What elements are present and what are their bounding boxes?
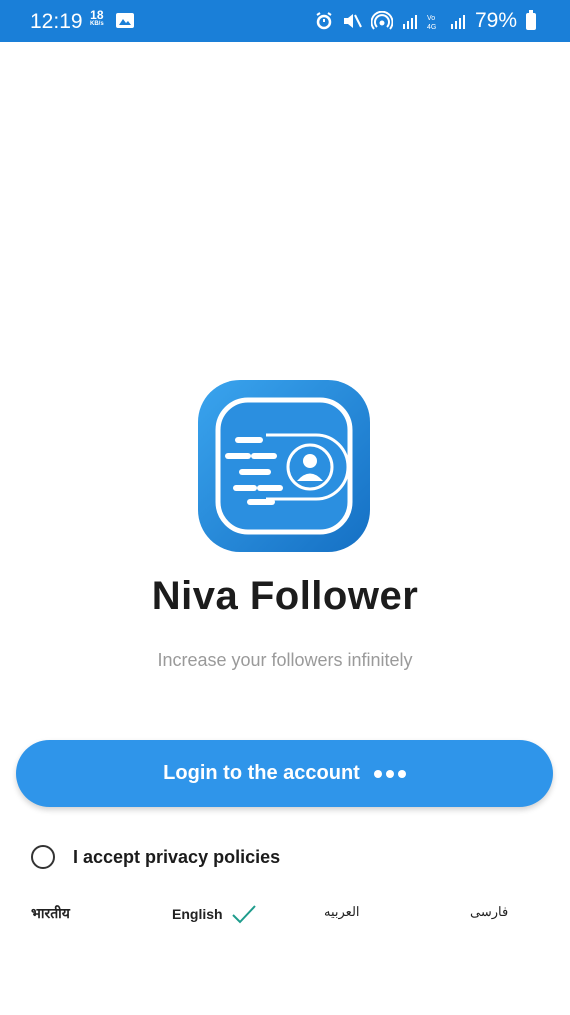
status-bar: 12:19 18 KB/s Vo 4G 79% (0, 0, 570, 42)
language-label: فارسی (470, 904, 509, 919)
language-option-english[interactable]: English (172, 904, 257, 924)
image-icon (116, 13, 134, 28)
privacy-radio[interactable] (31, 845, 55, 869)
more-dots-icon (373, 769, 406, 778)
app-logo (198, 380, 370, 552)
net-speed-unit: KB/s (90, 21, 104, 27)
language-option-arabic[interactable]: العربیه (324, 904, 360, 920)
language-label: भारतीय (31, 905, 70, 921)
checkmark-icon (231, 905, 256, 924)
hotspot-icon (370, 11, 393, 30)
language-option-hindi[interactable]: भारतीय (31, 904, 70, 923)
net-speed: 18 KB/s (90, 9, 104, 29)
status-icons: Vo 4G 79% (315, 9, 536, 33)
alarm-icon (316, 12, 332, 30)
signal-icon (402, 15, 417, 29)
signal-icon-2 (450, 15, 465, 29)
app-tagline: Increase your followers infinitely (157, 650, 413, 670)
language-label: العربیه (324, 904, 360, 919)
language-label: English (172, 906, 223, 922)
privacy-consent[interactable]: I accept privacy policies (31, 845, 280, 869)
login-button[interactable]: Login to the account (16, 740, 553, 807)
battery-percent: 79% (474, 9, 517, 32)
login-button-label: Login to the account (163, 762, 360, 784)
svg-text:4G: 4G (427, 24, 436, 30)
svg-text:Vo: Vo (427, 15, 435, 22)
clock: 12:19 (30, 10, 83, 33)
lte-icon: Vo 4G (427, 15, 436, 30)
mute-icon (343, 14, 362, 28)
app-name: Niva Follower (151, 574, 419, 618)
battery-icon (526, 9, 536, 30)
language-option-persian[interactable]: فارسی (470, 904, 508, 920)
privacy-label: I accept privacy policies (73, 846, 281, 867)
